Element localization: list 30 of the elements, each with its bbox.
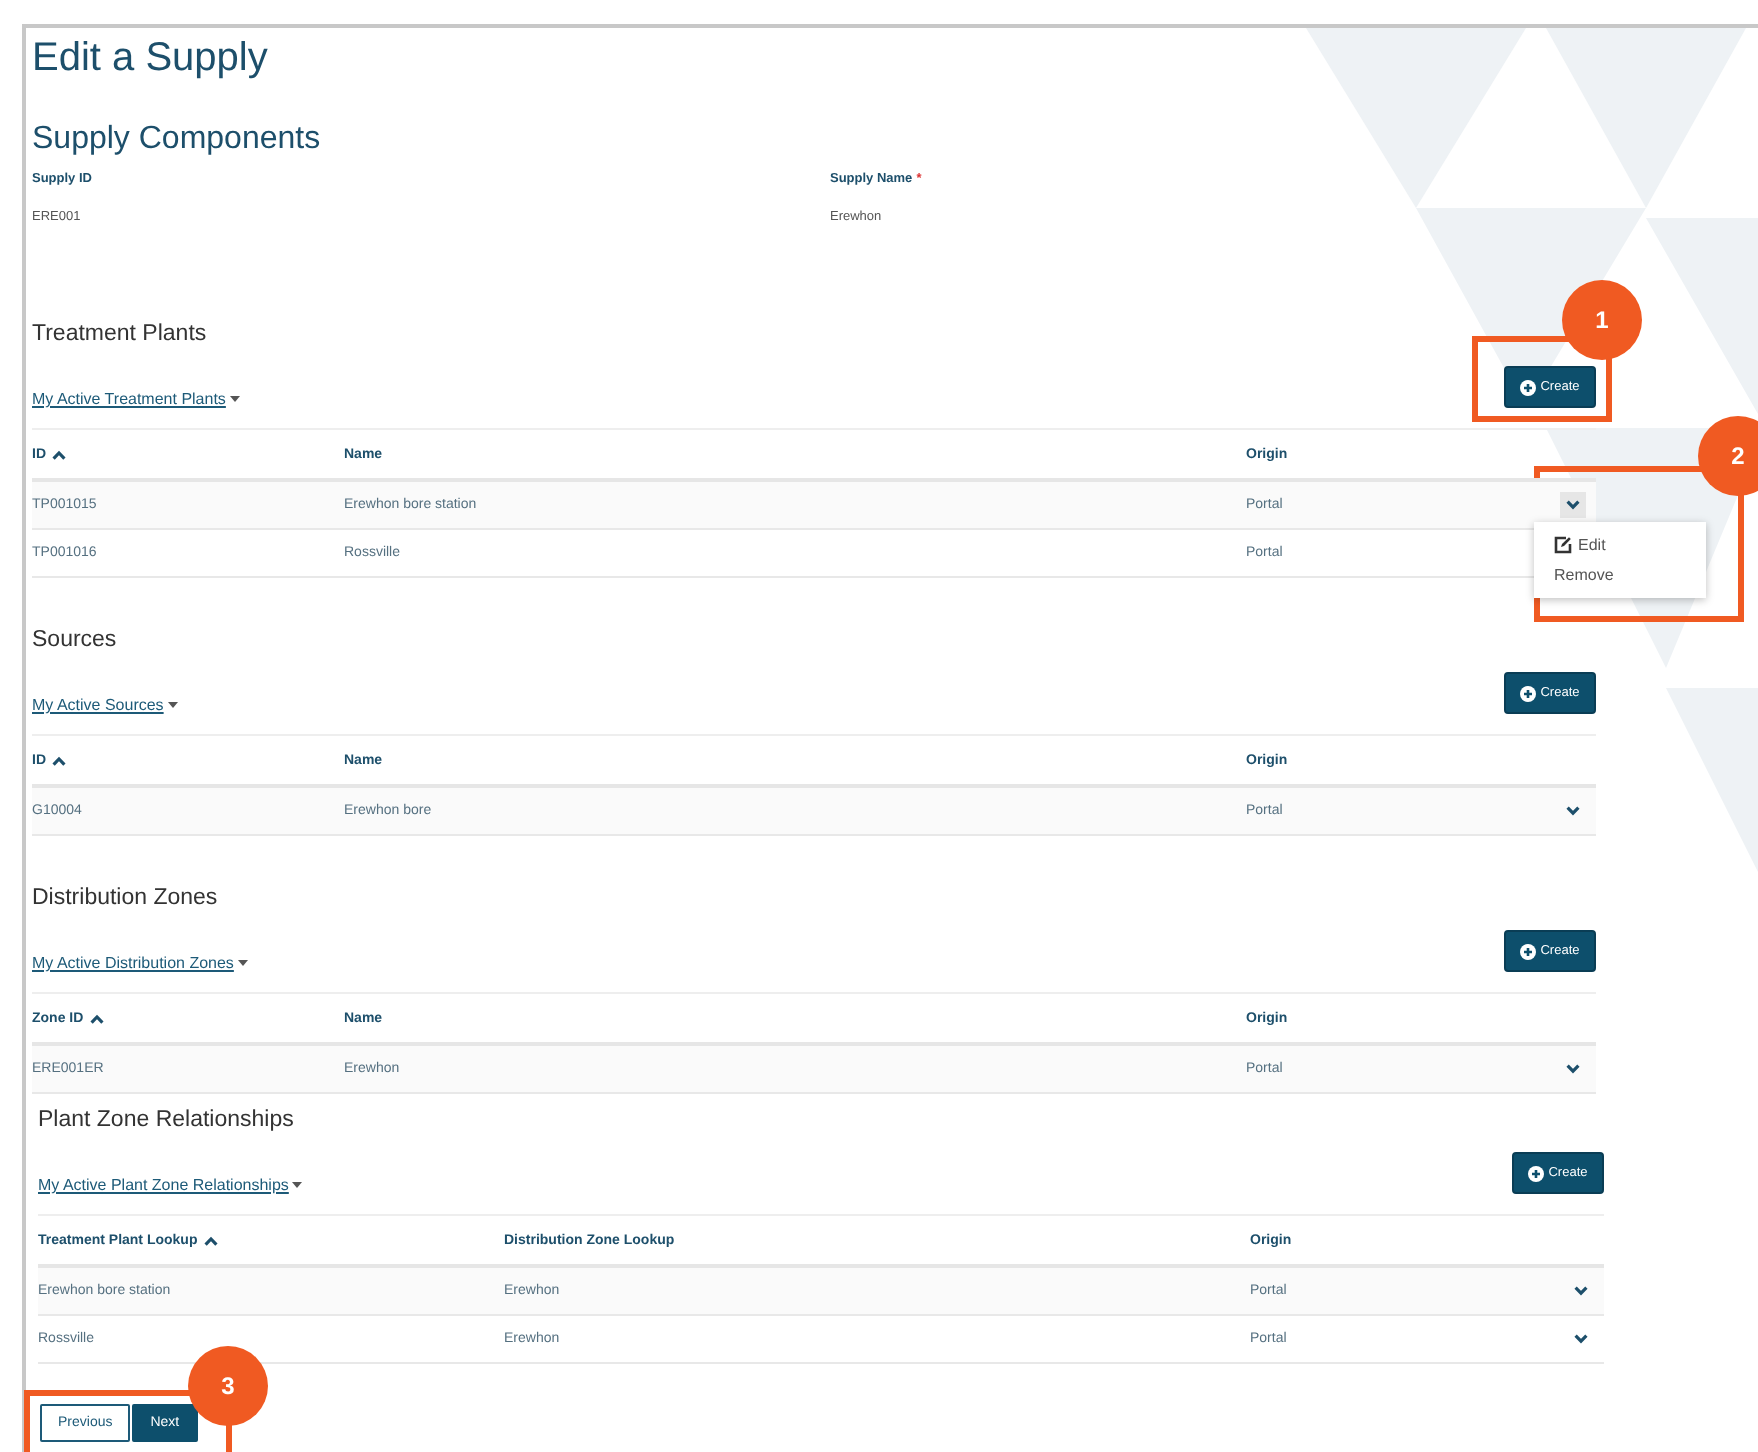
- chevron-down-icon: [1573, 1334, 1587, 1344]
- filter-dropdown[interactable]: My Active Treatment Plants: [32, 390, 240, 408]
- callout-number: 3: [188, 1346, 268, 1426]
- chevron-down-icon: [1565, 500, 1579, 510]
- chevron-down-icon: [1565, 1064, 1579, 1074]
- chevron-down-icon: [1573, 1286, 1587, 1296]
- callout-number: 1: [1562, 280, 1642, 360]
- section-heading: Plant Zone Relationships: [38, 1106, 296, 1134]
- section-heading: Sources: [32, 626, 119, 654]
- section-title: Supply Components: [32, 120, 323, 160]
- filter-dropdown[interactable]: My Active Sources: [32, 696, 178, 714]
- section-heading: Treatment Plants: [32, 320, 209, 348]
- plus-circle-icon: [1520, 379, 1537, 395]
- row-actions-toggle[interactable]: [1559, 492, 1585, 518]
- plus-circle-icon: [1520, 943, 1537, 959]
- filter-dropdown[interactable]: My Active Plant Zone Relationships: [38, 1176, 303, 1194]
- filter-dropdown[interactable]: My Active Distribution Zones: [32, 954, 248, 972]
- caret-icon: [237, 960, 248, 966]
- edit-icon: [1554, 536, 1572, 554]
- caret-icon: [167, 702, 178, 708]
- chevron-down-icon: [1565, 806, 1579, 816]
- plus-circle-icon: [1520, 685, 1537, 701]
- page-title: Edit a Supply: [32, 34, 270, 82]
- caret-icon: [229, 396, 240, 402]
- callout-number: 2: [1698, 416, 1758, 496]
- plus-circle-icon: [1528, 1165, 1545, 1181]
- caret-icon: [292, 1182, 303, 1188]
- section-heading: Distribution Zones: [32, 884, 220, 912]
- menu-item[interactable]: Edit: [1534, 530, 1706, 560]
- menu-item[interactable]: Remove: [1534, 560, 1706, 590]
